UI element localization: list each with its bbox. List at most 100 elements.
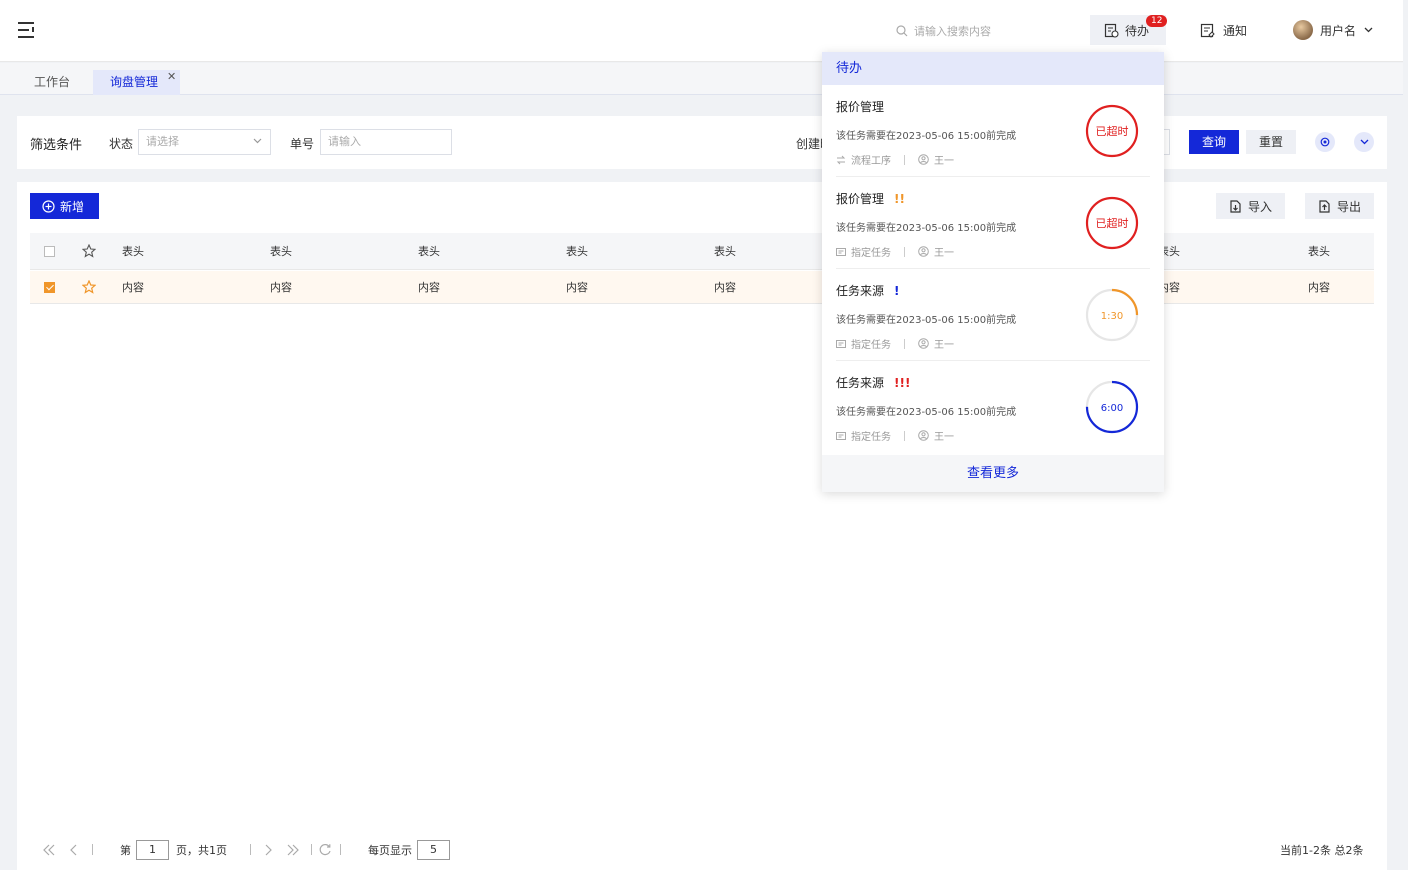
column-header[interactable]: 表头 bbox=[122, 233, 144, 269]
timer-text: 6:00 bbox=[1101, 403, 1123, 414]
settings-button[interactable] bbox=[1315, 132, 1335, 152]
tab-label: 询盘管理 bbox=[110, 75, 159, 89]
last-page-icon[interactable] bbox=[286, 840, 300, 860]
table-cell: 内容 bbox=[566, 281, 588, 294]
todo-item-desc: 该任务需要在2023-05-06 15:00前完成 bbox=[836, 223, 1017, 234]
tab-workbench[interactable]: 工作台 bbox=[34, 70, 70, 95]
expand-button[interactable] bbox=[1354, 132, 1374, 152]
user-icon bbox=[918, 338, 929, 349]
todo-dropdown: 待办 报价管理 该任务需要在2023-05-06 15:00前完成 流程工序 王… bbox=[822, 52, 1164, 492]
pagination-summary: 当前1-2条 总2条 bbox=[1280, 844, 1364, 857]
column-header[interactable]: 表头 bbox=[566, 233, 588, 269]
main-panel: 新增 导入 导出 表头 表头 表头 表头 表头 表头 表头 表头 内容 内容 内… bbox=[17, 182, 1387, 870]
chevron-down-icon bbox=[253, 138, 262, 144]
user-icon bbox=[918, 154, 929, 165]
todo-title-text: 任务来源 bbox=[836, 376, 885, 390]
user-menu[interactable]: 用户名 bbox=[1293, 20, 1373, 40]
timer-text: 已超时 bbox=[1096, 124, 1129, 138]
notice-icon bbox=[1200, 23, 1215, 38]
timer-ring: 已超时 bbox=[1085, 196, 1139, 250]
todo-item[interactable]: 任务来源! 该任务需要在2023-05-06 15:00前完成 指定任务 王一 … bbox=[822, 269, 1164, 361]
star-icon[interactable] bbox=[82, 271, 96, 303]
filter-title: 筛选条件 bbox=[30, 138, 83, 153]
todo-item-meta: 指定任务 王一 bbox=[836, 336, 954, 351]
priority-mark: !!! bbox=[894, 376, 911, 390]
task-type: 指定任务 bbox=[851, 432, 891, 443]
order-label: 单号 bbox=[290, 137, 315, 151]
timer-text: 1:30 bbox=[1101, 311, 1123, 322]
column-header[interactable]: 表头 bbox=[714, 233, 736, 269]
task-icon bbox=[836, 339, 846, 348]
close-icon[interactable]: ✕ bbox=[167, 64, 176, 89]
user-name: 用户名 bbox=[1320, 23, 1357, 38]
view-more-link[interactable]: 查看更多 bbox=[822, 455, 1164, 492]
row-checkbox[interactable] bbox=[44, 271, 55, 303]
chevron-down-icon bbox=[1360, 139, 1368, 145]
table-cell: 内容 bbox=[122, 281, 144, 294]
tab-inquiry-management[interactable]: 询盘管理 ✕ bbox=[93, 70, 181, 95]
todo-item-meta: 指定任务 王一 bbox=[836, 428, 954, 443]
user-icon bbox=[918, 430, 929, 441]
settings-icon bbox=[1320, 137, 1330, 147]
refresh-icon[interactable] bbox=[318, 840, 332, 860]
search-input[interactable]: 请输入搜索内容 bbox=[896, 22, 991, 40]
table-cell: 内容 bbox=[1308, 281, 1330, 294]
search-placeholder: 请输入搜索内容 bbox=[914, 25, 991, 38]
todo-item-title: 报价管理 bbox=[836, 98, 884, 115]
task-type: 指定任务 bbox=[851, 248, 891, 259]
query-button[interactable]: 查询 bbox=[1189, 130, 1239, 154]
add-label: 新增 bbox=[60, 199, 85, 214]
menu-toggle-icon[interactable] bbox=[18, 22, 36, 38]
notice-button[interactable]: 通知 bbox=[1200, 15, 1247, 45]
assignee: 王一 bbox=[934, 432, 954, 443]
star-column-icon bbox=[82, 233, 96, 269]
todo-icon bbox=[1104, 23, 1119, 38]
process-icon bbox=[836, 155, 846, 164]
column-header[interactable]: 表头 bbox=[270, 233, 292, 269]
column-header[interactable]: 表头 bbox=[1308, 233, 1330, 269]
chevron-down-icon bbox=[1364, 27, 1373, 33]
table-row[interactable]: 内容 内容 内容 内容 内容 内容 内容 内容 bbox=[30, 271, 1374, 304]
task-icon bbox=[836, 431, 846, 440]
notice-label: 通知 bbox=[1223, 23, 1248, 38]
todo-title-text: 报价管理 bbox=[836, 100, 885, 114]
add-button[interactable]: 新增 bbox=[30, 193, 99, 219]
avatar bbox=[1293, 20, 1313, 40]
todo-item[interactable]: 任务来源!!! 该任务需要在2023-05-06 15:00前完成 指定任务 王… bbox=[822, 361, 1164, 453]
reset-button[interactable]: 重置 bbox=[1246, 130, 1296, 154]
plus-circle-icon bbox=[42, 199, 55, 213]
search-icon bbox=[896, 25, 908, 37]
per-page-label: 每页显示 bbox=[368, 844, 412, 857]
export-button[interactable]: 导出 bbox=[1305, 193, 1374, 219]
task-type: 流程工序 bbox=[851, 156, 891, 167]
import-button[interactable]: 导入 bbox=[1216, 193, 1285, 219]
todo-button[interactable]: 待办 12 bbox=[1090, 15, 1168, 45]
table-cell: 内容 bbox=[270, 281, 292, 294]
page-prefix: 第 bbox=[120, 844, 131, 857]
todo-item-desc: 该任务需要在2023-05-06 15:00前完成 bbox=[836, 315, 1017, 326]
page-number-input[interactable]: 1 bbox=[136, 840, 169, 860]
todo-item[interactable]: 报价管理 该任务需要在2023-05-06 15:00前完成 流程工序 王一 已… bbox=[822, 85, 1164, 177]
todo-label: 待办 bbox=[1125, 23, 1150, 38]
export-icon bbox=[1319, 199, 1330, 213]
per-page-input[interactable]: 5 bbox=[417, 840, 450, 860]
next-page-icon[interactable] bbox=[264, 840, 272, 860]
import-icon bbox=[1230, 199, 1241, 213]
todo-item-meta: 指定任务 王一 bbox=[836, 244, 954, 259]
timer-ring: 6:00 bbox=[1085, 380, 1139, 434]
todo-item-meta: 流程工序 王一 bbox=[836, 152, 954, 167]
top-header: 请输入搜索内容 待办 12 通知 用户名 bbox=[0, 0, 1403, 62]
filter-panel: 筛选条件 状态 请选择 单号 请输入 创建时间 查询 重置 bbox=[17, 116, 1387, 169]
todo-item-desc: 该任务需要在2023-05-06 15:00前完成 bbox=[836, 407, 1017, 418]
column-header[interactable]: 表头 bbox=[418, 233, 440, 269]
todo-title-text: 报价管理 bbox=[836, 192, 885, 206]
user-icon bbox=[918, 246, 929, 257]
order-input[interactable]: 请输入 bbox=[320, 129, 452, 155]
todo-item[interactable]: 报价管理!! 该任务需要在2023-05-06 15:00前完成 指定任务 王一… bbox=[822, 177, 1164, 269]
select-all-checkbox[interactable] bbox=[44, 233, 55, 269]
export-label: 导出 bbox=[1337, 199, 1362, 214]
prev-page-icon[interactable] bbox=[70, 840, 78, 860]
first-page-icon[interactable] bbox=[42, 840, 56, 860]
pagination: 第 1 页，共1页 每页显示 5 当前1-2条 总2条 bbox=[0, 840, 1408, 864]
status-select[interactable]: 请选择 bbox=[138, 129, 271, 155]
